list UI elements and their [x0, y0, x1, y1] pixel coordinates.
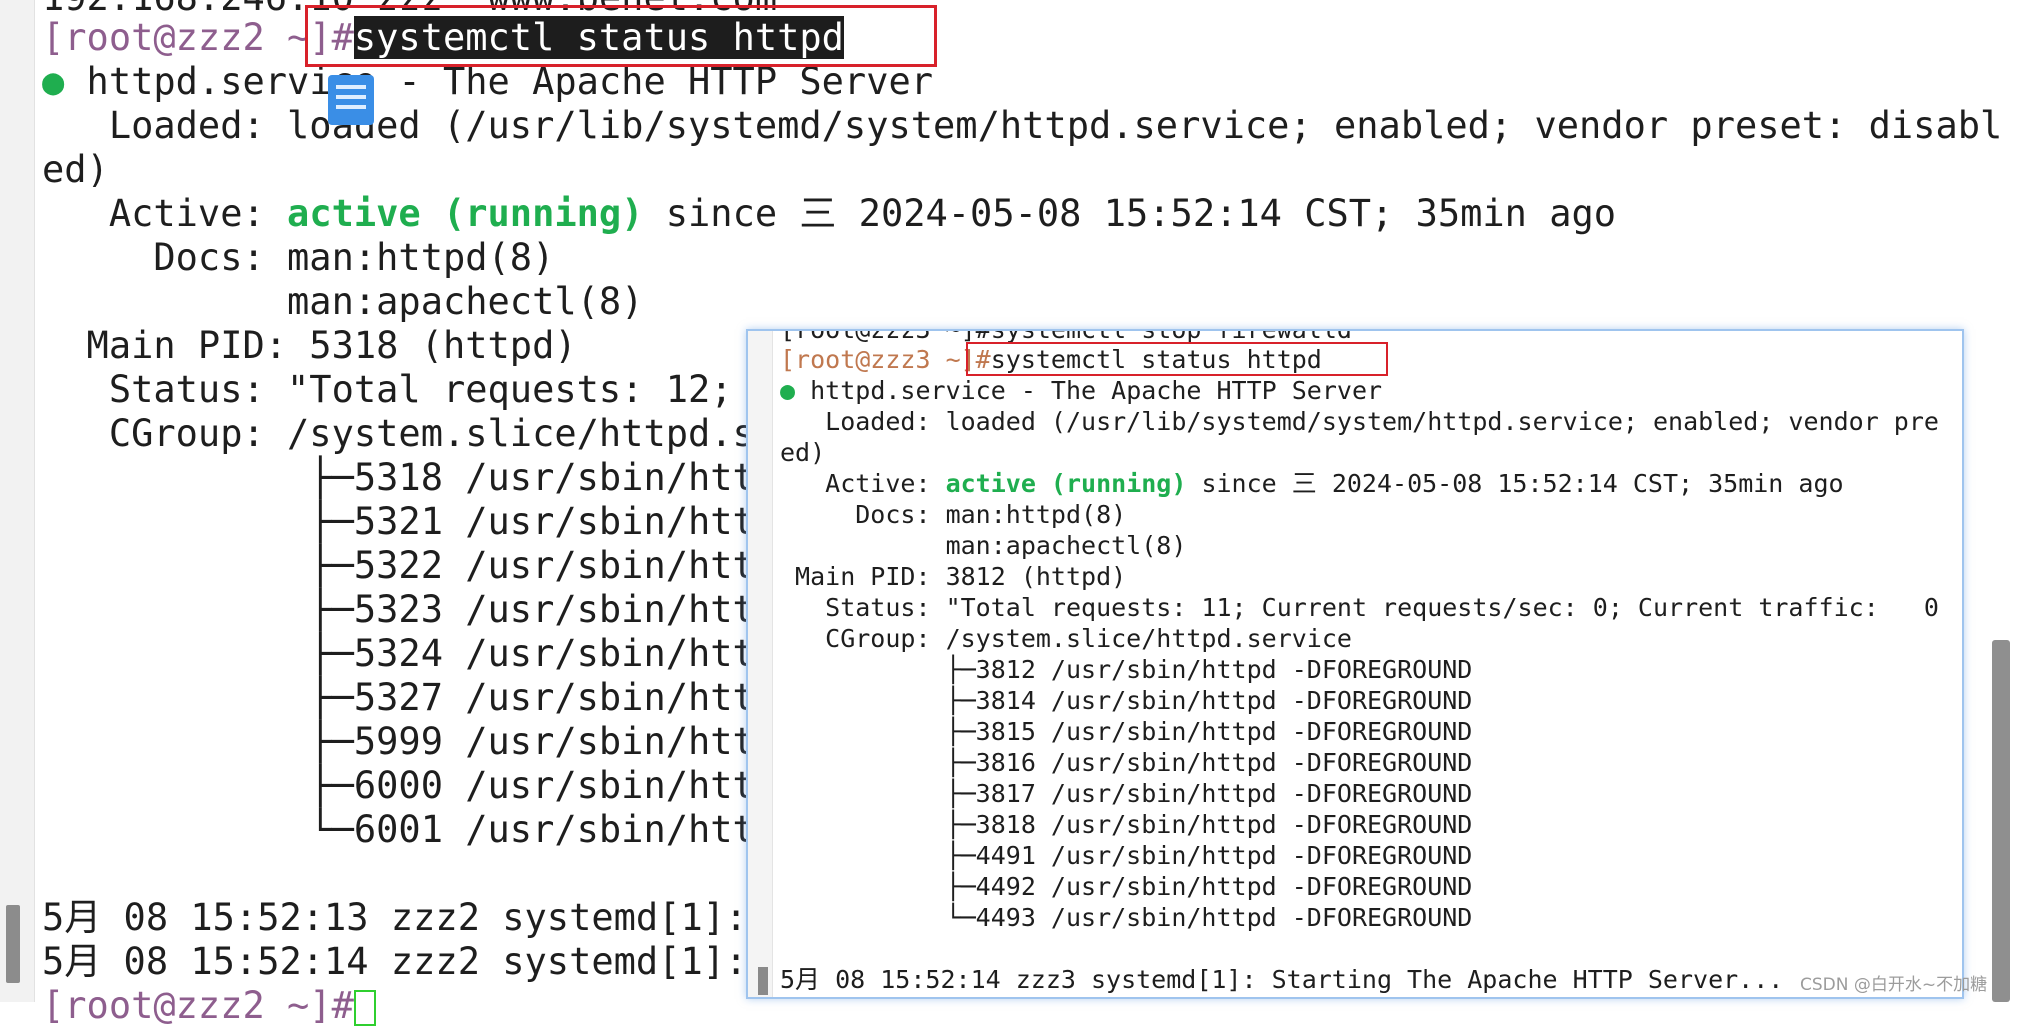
process-line: ├─5322 /usr/sbin/http: [42, 544, 778, 587]
log-line: 5月 08 15:52:13 zzz2 systemd[1]:: [42, 896, 748, 939]
final-prompt-line[interactable]: [root@zzz2 ~]#: [42, 984, 376, 1028]
inner-active-since: since 三 2024-05-08 15:52:14 CST; 35min a…: [1186, 469, 1844, 498]
docs-line: Docs: man:httpd(8): [42, 236, 555, 279]
docs-line-2: man:apachectl(8): [42, 280, 644, 323]
inner-cgroup-line: CGroup: /system.slice/httpd.service: [780, 624, 1352, 653]
text-cursor: [353, 989, 376, 1026]
inner-active-label: Active:: [780, 469, 946, 498]
command-highlight-box: [305, 5, 937, 67]
cgroup-line: CGroup: /system.slice/httpd.s: [42, 412, 755, 455]
inner-process-line: ├─4492 /usr/sbin/httpd -DFOREGROUND: [780, 872, 1473, 901]
inner-docs-line-2: man:apachectl(8): [780, 531, 1187, 560]
process-line: ├─5323 /usr/sbin/http: [42, 588, 778, 631]
process-line: ├─6000 /usr/sbin/http: [42, 764, 778, 807]
inner-status-line: Status: "Total requests: 11; Current req…: [780, 593, 1939, 622]
inner-active-line: Active: active (running) since 三 2024-05…: [780, 468, 1844, 499]
inner-process-line: ├─3815 /usr/sbin/httpd -DFOREGROUND: [780, 717, 1473, 746]
inner-service-title-line: ● httpd.service - The Apache HTTP Server: [780, 375, 1382, 406]
left-gutter: [0, 0, 35, 1002]
active-state: active (running): [287, 192, 644, 235]
log-line: 5月 08 15:52:14 zzz2 systemd[1]:: [42, 940, 748, 983]
inner-status-dot-icon: ●: [780, 376, 796, 405]
inner-main-pid-line: Main PID: 3812 (httpd): [780, 562, 1127, 591]
watermark: CSDN @白开水~不加糖: [1800, 975, 1988, 995]
shell-prompt: [root@zzz2 ~]#: [42, 984, 354, 1027]
document-icon[interactable]: [328, 75, 374, 125]
inner-log-line: 5月 08 15:52:14 zzz3 systemd[1]: Starting…: [780, 965, 1784, 994]
process-line: ├─5324 /usr/sbin/http: [42, 632, 778, 675]
process-line: ├─5999 /usr/sbin/http: [42, 720, 778, 763]
inner-loaded-line: Loaded: loaded (/usr/lib/systemd/system/…: [780, 407, 1939, 436]
active-since: since 三 2024-05-08 15:52:14 CST; 35min a…: [643, 192, 1617, 235]
inner-scrollbar-thumb: [758, 967, 768, 995]
scrollbar-thumb[interactable]: [6, 905, 20, 983]
inner-command-highlight-box: [966, 342, 1388, 376]
process-line: ├─5321 /usr/sbin/http: [42, 500, 778, 543]
inner-process-line: ├─3818 /usr/sbin/httpd -DFOREGROUND: [780, 810, 1473, 839]
inner-process-line: ├─3812 /usr/sbin/httpd -DFOREGROUND: [780, 655, 1473, 684]
inner-shell-prompt: [root@zzz3 ~]#: [780, 345, 991, 374]
process-line: ├─5327 /usr/sbin/http: [42, 676, 778, 719]
loaded-line-cont: ed): [42, 148, 109, 191]
process-line: └─6001 /usr/sbin/http: [42, 808, 778, 851]
inner-terminal-screenshot: [root@zzz3 ~]#systemctl stop firewalld […: [746, 329, 1964, 999]
vertical-scrollbar[interactable]: [1992, 640, 2010, 1002]
inner-process-line: └─4493 /usr/sbin/httpd -DFOREGROUND: [780, 903, 1473, 932]
process-line: ├─5318 /usr/sbin/http: [42, 456, 778, 499]
inner-process-line: ├─3816 /usr/sbin/httpd -DFOREGROUND: [780, 748, 1473, 777]
inner-process-line: ├─4491 /usr/sbin/httpd -DFOREGROUND: [780, 841, 1473, 870]
inner-process-line: ├─3814 /usr/sbin/httpd -DFOREGROUND: [780, 686, 1473, 715]
inner-left-gutter: [748, 331, 773, 997]
main-pid-line: Main PID: 5318 (httpd): [42, 324, 577, 367]
inner-active-state: active (running): [945, 469, 1187, 498]
inner-process-line: ├─3817 /usr/sbin/httpd -DFOREGROUND: [780, 779, 1473, 808]
inner-loaded-line-cont: ed): [780, 438, 826, 467]
inner-service-title: httpd.service - The Apache HTTP Server: [795, 376, 1383, 405]
status-dot-icon: ●: [42, 60, 65, 103]
inner-docs-line: Docs: man:httpd(8): [780, 500, 1127, 529]
active-line: Active: active (running) since 三 2024-05…: [42, 192, 1616, 236]
active-label: Active:: [42, 192, 288, 235]
status-line: Status: "Total requests: 12;: [42, 368, 733, 411]
